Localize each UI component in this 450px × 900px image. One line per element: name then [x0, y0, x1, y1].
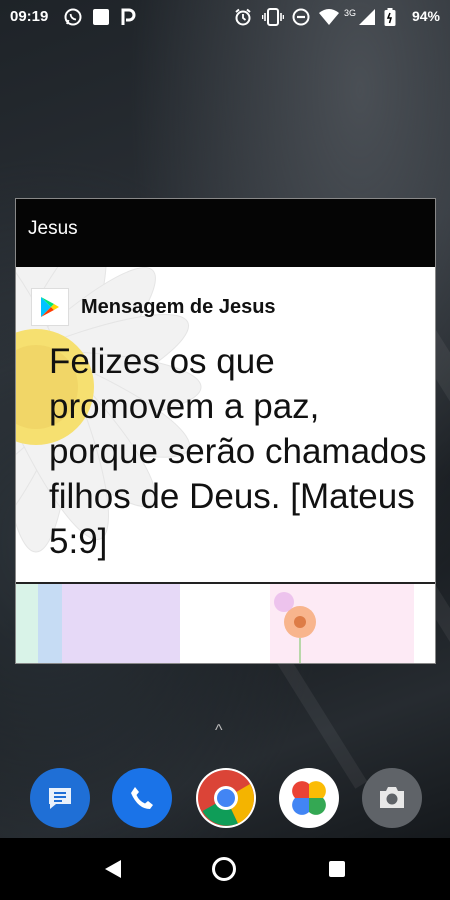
banner-segment: [38, 584, 62, 663]
dnd-icon: [292, 8, 310, 26]
home-button[interactable]: [212, 857, 236, 881]
back-button[interactable]: [104, 859, 122, 879]
messages-icon[interactable]: [30, 768, 90, 828]
jesus-message-dialog[interactable]: Jesus Mensagem de Jesus Felizes os que p…: [15, 198, 436, 664]
gerbera-flower-icon: [274, 592, 316, 663]
notification-square-icon: [92, 8, 110, 26]
whatsapp-icon: [64, 8, 82, 26]
recents-button[interactable]: [329, 861, 345, 877]
vibrate-icon: [262, 8, 284, 26]
battery-icon: [384, 8, 396, 26]
signal-icon: [358, 8, 376, 26]
wifi-icon: [318, 8, 340, 26]
p-icon: [120, 8, 136, 26]
message-content[interactable]: Mensagem de Jesus Felizes os que promove…: [16, 267, 435, 582]
photos-icon[interactable]: [279, 768, 339, 828]
alarm-icon: [234, 8, 252, 26]
camera-icon[interactable]: [362, 768, 422, 828]
battery-percent: 94%: [411, 8, 440, 24]
play-store-icon: [31, 288, 69, 326]
verse-text: Felizes os que promovem a paz, porque se…: [49, 342, 427, 561]
navigation-bar: [0, 838, 450, 900]
banner-segment: [62, 584, 180, 663]
status-bar: 09:19 3G 94%: [0, 0, 450, 34]
banner-segment: [180, 584, 270, 663]
message-header: Mensagem de Jesus: [31, 288, 276, 326]
app-drawer-chevron[interactable]: ^: [215, 722, 223, 740]
banner-flower-segment: [270, 584, 414, 663]
ad-banner-strip[interactable]: [16, 584, 435, 663]
message-title: Mensagem de Jesus: [81, 295, 276, 318]
chrome-icon[interactable]: [196, 768, 256, 828]
dialog-title: Jesus: [28, 218, 78, 239]
banner-segment: [414, 584, 435, 663]
banner-segment: [16, 584, 38, 663]
status-time: 09:19: [10, 8, 49, 25]
dialog-titlebar: Jesus: [16, 199, 435, 267]
phone-icon[interactable]: [112, 768, 172, 828]
network-type-label: 3G: [344, 8, 357, 18]
